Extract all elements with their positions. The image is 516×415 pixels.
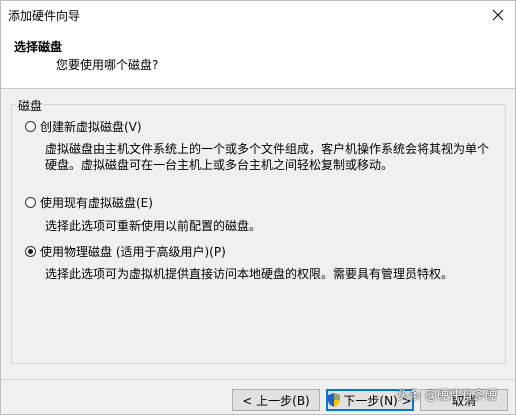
footer-divider — [1, 379, 515, 380]
use-existing-disk-desc-line: 选择此选项可重新使用以前配置的磁盘。 — [45, 219, 262, 233]
disk-group-label: 磁盘 — [16, 97, 45, 114]
titlebar: 添加硬件向导 — [1, 1, 515, 28]
back-button[interactable]: < 上一步(B) — [232, 389, 320, 411]
use-physical-disk-description: 选择此选项可为虚拟机提供直接访问本地硬盘的权限。需要具有管理员特权。 — [45, 266, 500, 282]
uac-shield-icon — [328, 393, 341, 407]
use-existing-disk-label: 使用现有虚拟磁盘(E) — [40, 196, 153, 210]
create-new-disk-desc-line: 虚拟磁盘由主机文件系统上的一个或多个文件组成，客户机操作系统会将其视为单个 — [45, 142, 490, 156]
create-new-disk-description: 虚拟磁盘由主机文件系统上的一个或多个文件组成，客户机操作系统会将其视为单个 硬盘… — [45, 141, 500, 173]
watermark: 头条 @硬件有多硬 — [397, 388, 497, 402]
close-button[interactable] — [481, 1, 515, 28]
use-physical-disk-desc-line: 选择此选项可为虚拟机提供直接访问本地硬盘的权限。需要具有管理员特权。 — [45, 267, 454, 281]
use-physical-disk-radio[interactable] — [25, 246, 36, 257]
close-icon — [492, 9, 504, 20]
wizard-header: 选择磁盘 您要使用哪个磁盘? — [1, 28, 515, 89]
use-physical-disk-option[interactable]: 使用物理磁盘 (适用于高级用户)(P) — [25, 243, 226, 260]
back-button-label: < 上一步(B) — [242, 393, 310, 408]
create-new-disk-radio[interactable] — [25, 121, 36, 132]
window-title: 添加硬件向导 — [8, 9, 81, 23]
create-new-disk-desc-line: 硬盘。虚拟磁盘可在一台主机上或多台主机之间轻松复制或移动。 — [45, 158, 394, 172]
create-new-disk-option[interactable]: 创建新虚拟磁盘(V) — [25, 118, 142, 135]
use-existing-disk-description: 选择此选项可重新使用以前配置的磁盘。 — [45, 218, 500, 234]
use-existing-disk-option[interactable]: 使用现有虚拟磁盘(E) — [25, 194, 153, 211]
create-new-disk-label: 创建新虚拟磁盘(V) — [40, 120, 142, 134]
use-existing-disk-radio[interactable] — [25, 197, 36, 208]
page-subtitle: 您要使用哪个磁盘? — [56, 58, 159, 72]
page-title: 选择磁盘 — [14, 40, 63, 54]
add-hardware-wizard-window: 添加硬件向导 选择磁盘 您要使用哪个磁盘? 磁盘 创建新虚拟磁盘(V) 虚拟磁盘… — [0, 0, 516, 415]
use-physical-disk-label: 使用物理磁盘 (适用于高级用户)(P) — [40, 245, 226, 259]
disk-group: 磁盘 创建新虚拟磁盘(V) 虚拟磁盘由主机文件系统上的一个或多个文件组成，客户机… — [11, 97, 506, 364]
